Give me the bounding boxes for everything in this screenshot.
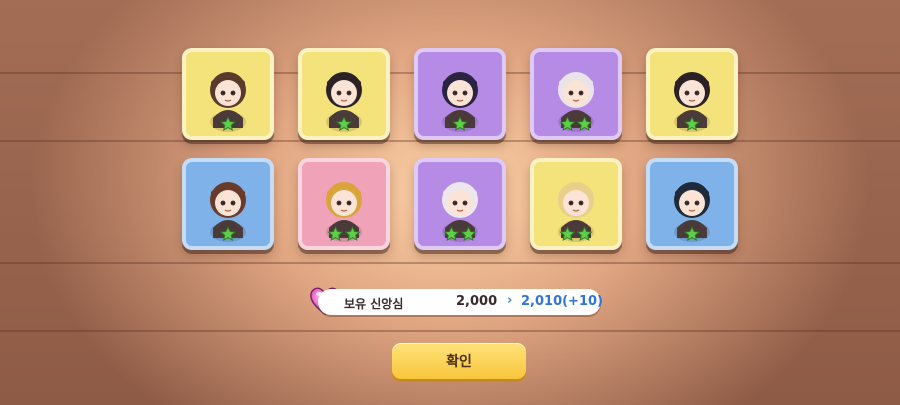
green-star-icon [220, 116, 236, 132]
star-rating [327, 226, 361, 242]
star-rating [443, 226, 477, 242]
star-rating [220, 116, 236, 132]
green-star-icon [576, 116, 593, 132]
star-rating [336, 116, 352, 132]
green-star-icon [336, 116, 352, 132]
character-card[interactable] [646, 158, 738, 250]
plank-divider [0, 140, 900, 142]
green-star-icon [344, 226, 361, 242]
character-card[interactable] [182, 158, 274, 250]
character-card[interactable] [530, 158, 622, 250]
character-card[interactable] [298, 48, 390, 140]
green-star-icon [684, 226, 700, 242]
resource-label: 보유 신앙심 [344, 297, 404, 311]
green-star-icon [559, 116, 576, 132]
resource-current-value: 2,000 [456, 294, 498, 309]
plank-divider [0, 330, 900, 332]
character-card[interactable] [182, 48, 274, 140]
star-rating [559, 226, 593, 242]
star-rating [220, 226, 236, 242]
confirm-button[interactable]: 확인 [392, 343, 526, 379]
resource-new-value: 2,010(+10) [521, 294, 603, 309]
star-rating [684, 116, 700, 132]
star-rating [559, 116, 593, 132]
character-card[interactable] [414, 48, 506, 140]
green-star-icon [559, 226, 576, 242]
character-card[interactable] [298, 158, 390, 250]
green-star-icon [327, 226, 344, 242]
plank-divider [0, 262, 900, 264]
character-card[interactable] [414, 158, 506, 250]
character-card[interactable] [530, 48, 622, 140]
green-star-icon [460, 226, 477, 242]
green-star-icon [684, 116, 700, 132]
green-star-icon [576, 226, 593, 242]
character-card[interactable] [646, 48, 738, 140]
green-star-icon [443, 226, 460, 242]
chevron-right-icon: › [507, 293, 513, 308]
green-star-icon [452, 116, 468, 132]
green-star-icon [220, 226, 236, 242]
star-rating [684, 226, 700, 242]
star-rating [452, 116, 468, 132]
